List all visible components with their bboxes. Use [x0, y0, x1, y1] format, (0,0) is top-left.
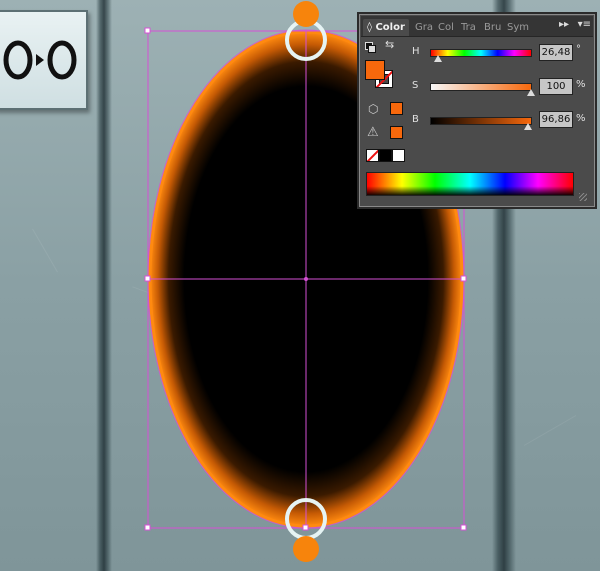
top-orange-dot[interactable] — [293, 1, 319, 27]
saturation-slider-thumb[interactable] — [527, 89, 535, 96]
handle-middle-right[interactable] — [460, 275, 467, 282]
handle-bottom-left[interactable] — [144, 524, 151, 531]
tab-color-label: Color — [375, 22, 405, 33]
tab-color[interactable]: ◊ Color — [363, 19, 409, 36]
tab-brushes[interactable]: Bru — [484, 19, 501, 36]
tab-gradient[interactable]: Gra — [415, 19, 433, 36]
color-spectrum-bar[interactable] — [366, 172, 574, 196]
white-color-button[interactable] — [392, 149, 405, 162]
hue-slider[interactable] — [430, 49, 532, 57]
panel-menu-icon[interactable]: ▾≡ — [578, 19, 591, 30]
in-gamut-color-swatch[interactable] — [390, 126, 403, 139]
brightness-slider[interactable] — [430, 117, 532, 125]
saturation-slider[interactable] — [430, 83, 532, 91]
handle-middle-left[interactable] — [144, 275, 151, 282]
default-colors-icon[interactable] — [365, 42, 376, 53]
saturation-unit: % — [576, 79, 586, 90]
out-of-gamut-warning-icon: ⚠ — [367, 125, 379, 140]
brightness-label: B — [412, 114, 419, 125]
handle-top-left[interactable] — [144, 27, 151, 34]
swap-colors-icon[interactable]: ⇆ — [385, 38, 394, 51]
saturation-label: S — [412, 80, 419, 91]
bottom-orange-dot[interactable] — [293, 536, 319, 562]
panel-resize-grip-icon[interactable] — [579, 193, 587, 201]
web-safe-color-swatch[interactable] — [390, 102, 403, 115]
double-chevron-right-icon[interactable]: ▸▸ — [559, 19, 569, 30]
hue-slider-thumb[interactable] — [434, 55, 442, 62]
hue-unit: ° — [576, 44, 581, 55]
fill-color-swatch[interactable] — [365, 60, 385, 80]
center-point — [304, 277, 308, 281]
handle-bottom-right[interactable] — [460, 524, 467, 531]
tab-color-guide[interactable]: Col — [438, 19, 454, 36]
panel-tab-bar: ◊ Color Gra Col Tra Bru Sym ▸▸ ▾≡ — [361, 16, 593, 37]
saturation-value-field[interactable]: 100 — [539, 78, 573, 95]
tab-symbols[interactable]: Sym — [507, 19, 529, 36]
brightness-value-field[interactable]: 96,86 — [539, 111, 573, 128]
tab-transparency[interactable]: Tra — [461, 19, 476, 36]
tab-color-arrow-icon: ◊ — [367, 22, 372, 33]
hue-value-field[interactable]: 26,48 — [539, 44, 573, 61]
black-color-button[interactable] — [379, 149, 392, 162]
hue-label: H — [412, 46, 420, 57]
brightness-unit: % — [576, 113, 586, 124]
brightness-slider-thumb[interactable] — [524, 123, 532, 130]
out-of-web-color-icon: ⬡ — [368, 102, 379, 116]
none-color-button[interactable] — [366, 149, 379, 162]
handle-bottom-center[interactable] — [302, 524, 309, 531]
